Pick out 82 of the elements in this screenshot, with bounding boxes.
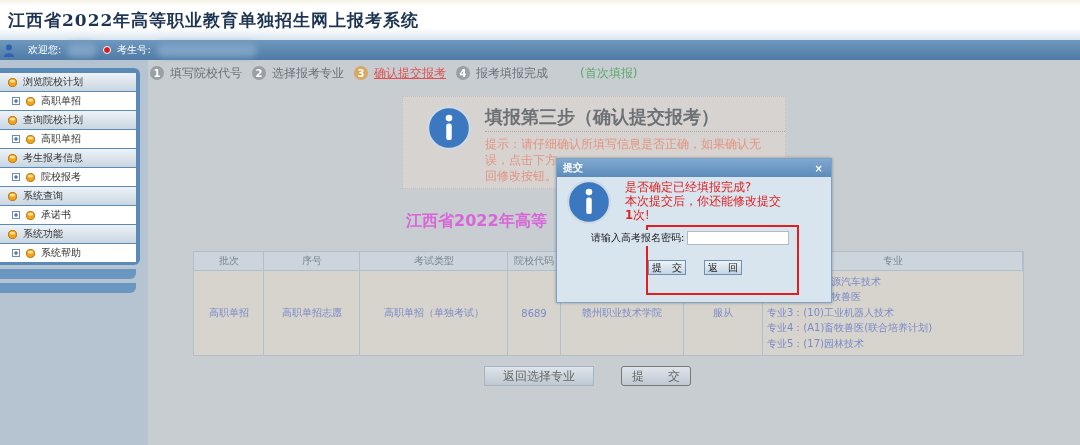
major-item: 专业3：(10)工业机器人技术 xyxy=(767,305,895,320)
welcome-label: 欢迎您: xyxy=(28,43,62,57)
panel-grip[interactable] xyxy=(0,269,136,279)
column-header: 序号 xyxy=(264,252,360,271)
sidebar-item[interactable]: 院校报考 xyxy=(0,168,136,187)
major-item: 源汽车技术 xyxy=(830,274,882,289)
item-label: 系统帮助 xyxy=(41,246,81,260)
expand-icon[interactable] xyxy=(12,173,20,181)
column-header: 考试类型 xyxy=(360,252,508,271)
sidebar-item[interactable]: 高职单招 xyxy=(0,92,136,111)
item-label: 高职单招 xyxy=(41,132,81,146)
bullet-icon xyxy=(8,115,17,125)
major-item: 专业5：(17)园林技术 xyxy=(767,336,865,351)
step-label: 确认提交报考 xyxy=(374,64,446,82)
item-label: 院校报考 xyxy=(41,170,81,184)
bullet-icon xyxy=(26,210,35,220)
confirm-message: 1次! xyxy=(625,208,651,222)
cell-text: 服从 xyxy=(713,306,733,320)
cell-text: 高职单招志愿 xyxy=(281,306,342,320)
password-field[interactable] xyxy=(687,231,790,245)
bullet-icon xyxy=(26,248,35,258)
column-header: 批次 xyxy=(194,252,264,271)
hint-text: 提示：请仔细确认所填写信息是否正确，如果确认无 xyxy=(485,136,761,152)
cell-text: 赣州职业技术学院 xyxy=(582,306,662,320)
confirm-message: 是否确定已经填报完成? xyxy=(625,180,753,194)
sidebar-item[interactable]: 系统帮助 xyxy=(0,244,136,263)
info-icon xyxy=(427,105,471,151)
cell-text: 高职单招 xyxy=(208,306,249,320)
expand-icon[interactable] xyxy=(12,135,20,143)
section-label: 系统功能 xyxy=(23,227,63,241)
major-item: 专业4：(A1)畜牧兽医(联合培养计划) xyxy=(767,321,934,336)
bullet-icon xyxy=(8,191,17,201)
fill-note: (首次填报) xyxy=(580,64,638,82)
section-label: 查询院校计划 xyxy=(23,113,83,127)
sidebar-section[interactable]: 查询院校计划 xyxy=(0,111,136,130)
return-button[interactable]: 返 回 xyxy=(704,260,742,275)
section-label: 浏览院校计划 xyxy=(23,75,83,89)
sidebar-section[interactable]: 系统查询 xyxy=(0,187,136,206)
password-label: 请输入高考报名密码: xyxy=(591,230,685,246)
hint-text: 回修改按钮。 xyxy=(485,168,557,184)
step-label: 填写院校代号 xyxy=(170,64,242,82)
submit-button[interactable]: 提 交 xyxy=(621,366,691,386)
redaction-blur xyxy=(67,43,98,57)
bullet-icon xyxy=(8,229,17,239)
expand-icon[interactable] xyxy=(12,249,20,257)
user-icon xyxy=(4,43,14,57)
sidebar-section[interactable]: 浏览院校计划 xyxy=(0,73,136,92)
cell-text: 8689 xyxy=(521,307,547,319)
dialog-title: 提交 xyxy=(563,161,583,175)
status-dot-icon xyxy=(103,46,112,54)
sidebar-section[interactable]: 系统功能 xyxy=(0,225,136,244)
item-label: 高职单招 xyxy=(41,94,81,108)
step-label: 报考填报完成 xyxy=(476,64,548,82)
bullet-icon xyxy=(26,96,35,106)
bullet-icon xyxy=(8,153,17,163)
bullet-icon xyxy=(26,134,35,144)
step-number: 4 xyxy=(456,66,470,80)
confirm-message: 本次提交后，你还能修改提交 xyxy=(625,194,781,208)
section-label: 考生报考信息 xyxy=(23,151,83,165)
page-heading: 江西省2022年高等 xyxy=(406,211,547,230)
sidebar-item[interactable]: 高职单招 xyxy=(0,130,136,149)
exam-number-label: 考生号: xyxy=(117,43,151,57)
expand-icon[interactable] xyxy=(12,97,20,105)
expand-icon[interactable] xyxy=(12,211,20,219)
hint-text: 误，点击下方 xyxy=(485,152,557,168)
bullet-icon xyxy=(8,77,17,87)
sidebar-section[interactable]: 考生报考信息 xyxy=(0,149,136,168)
step-label: 选择报考专业 xyxy=(272,64,344,82)
bullet-icon xyxy=(26,172,35,182)
info-icon xyxy=(567,180,611,224)
system-title: 江西省2022年高等职业教育单独招生网上报考系统 xyxy=(8,8,420,32)
back-button[interactable]: 返回选择专业 xyxy=(484,366,594,386)
step-number: 1 xyxy=(150,66,164,80)
cell-text: 高职单招（单独考试） xyxy=(383,306,484,320)
section-label: 系统查询 xyxy=(23,189,63,203)
step-title: 填报第三步（确认提交报考） xyxy=(485,105,785,132)
step-number: 2 xyxy=(252,66,266,80)
step-number: 3 xyxy=(354,66,368,80)
item-label: 承诺书 xyxy=(41,208,71,222)
confirm-button[interactable]: 提 交 xyxy=(648,260,686,275)
sidebar-item[interactable]: 承诺书 xyxy=(0,206,136,225)
panel-grip[interactable] xyxy=(0,283,136,293)
